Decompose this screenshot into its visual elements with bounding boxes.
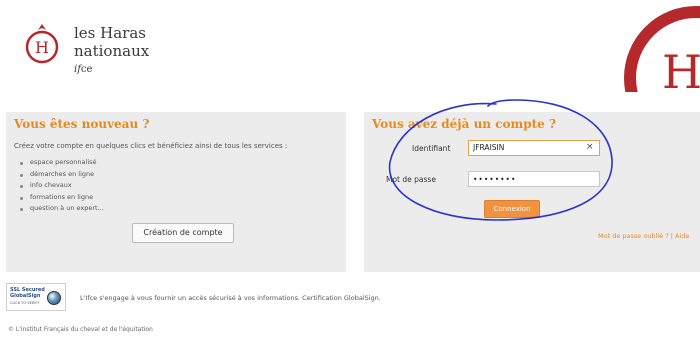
services-list: espace personnalisé démarches en ligne i…: [20, 157, 104, 215]
security-note: L'Ifce s'engage à vous fournir un accès …: [80, 294, 381, 302]
create-account-button[interactable]: Création de compte: [132, 223, 234, 243]
new-user-title: Vous êtes nouveau ?: [14, 117, 150, 131]
password-input[interactable]: ••••••••: [468, 171, 600, 187]
brand-line-3-prefix: if: [74, 64, 81, 75]
brand-logo-text: les Haras nationaux ifce: [74, 24, 149, 78]
brand-line-3: ifce: [74, 62, 149, 78]
identifier-label: Identifiant: [412, 144, 451, 153]
clear-icon[interactable]: ×: [586, 142, 594, 152]
globe-icon: [47, 291, 61, 305]
forgot-password-link[interactable]: Mot de passe oublié ?: [598, 232, 669, 240]
new-user-panel: Vous êtes nouveau ? Créez votre compte e…: [6, 112, 346, 272]
large-emblem-icon: H: [600, 0, 700, 92]
identifier-input[interactable]: [468, 140, 600, 156]
service-item: espace personnalisé: [20, 157, 104, 169]
service-item: info chevaux: [20, 180, 104, 192]
brand-line-2: nationaux: [74, 42, 150, 60]
emblem-letter: H: [35, 38, 49, 57]
login-title: Vous avez déjà un compte ?: [372, 117, 556, 131]
login-button[interactable]: Connexion: [484, 200, 540, 218]
brand-line-3-suffix: ce: [80, 64, 93, 75]
ssl-badge-text: SSL Secured GlobalSign CLICK TO VERIFY: [10, 287, 45, 306]
login-links: Mot de passe oublié ? | Aide: [598, 232, 689, 240]
footer-copyright: © L'institut Français du cheval et de l'…: [8, 326, 153, 333]
ifce-emblem-icon: H: [22, 22, 62, 66]
ssl-badge[interactable]: SSL Secured GlobalSign CLICK TO VERIFY: [6, 283, 66, 311]
password-label: Mot de passe: [386, 175, 436, 184]
service-item: démarches en ligne: [20, 169, 104, 181]
ssl-badge-sub: CLICK TO VERIFY: [10, 301, 40, 305]
login-panel: Vous avez déjà un compte ? Identifiant ×…: [364, 112, 700, 272]
ssl-badge-brand: GlobalSign: [10, 293, 41, 299]
large-emblem-letter: H: [662, 45, 700, 92]
brand-line-1: les Haras: [74, 24, 146, 42]
new-user-intro: Créez votre compte en quelques clics et …: [14, 142, 288, 150]
service-item: question à un expert...: [20, 203, 104, 215]
service-item: formations en ligne: [20, 192, 104, 204]
help-link[interactable]: Aide: [675, 232, 689, 240]
link-separator: |: [670, 232, 673, 240]
